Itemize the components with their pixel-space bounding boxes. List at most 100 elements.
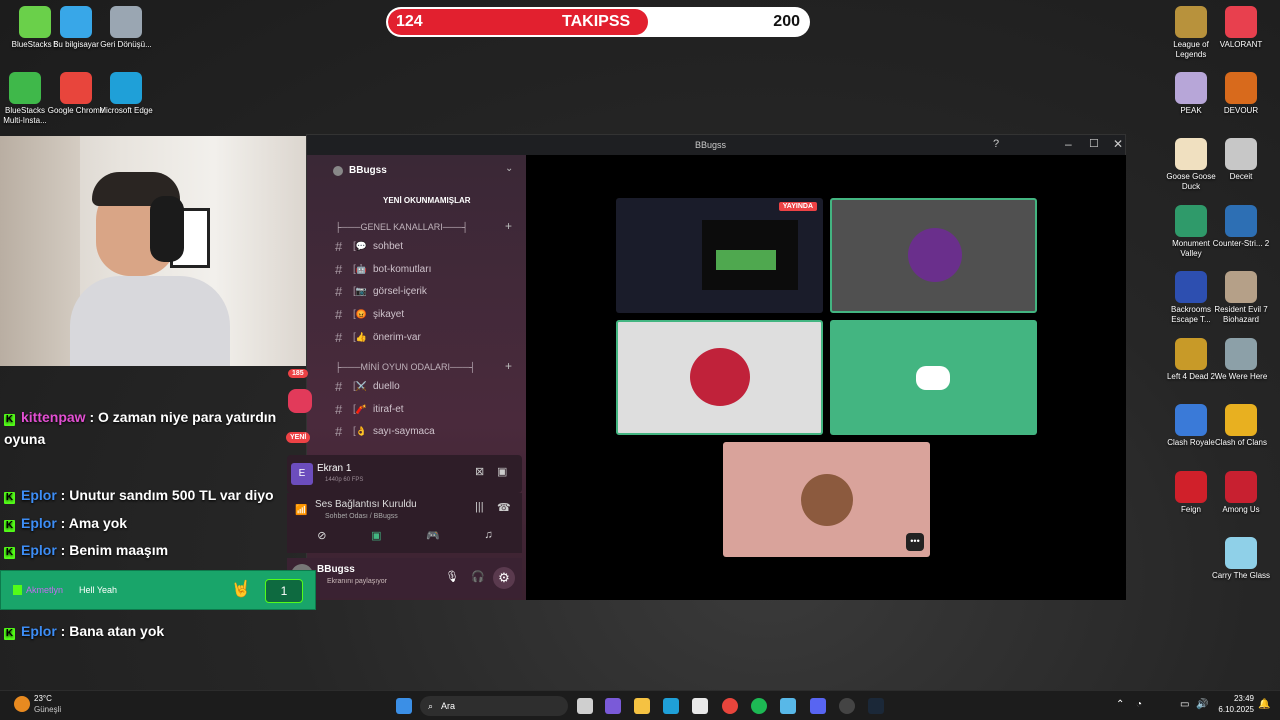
- avatar: [801, 474, 853, 526]
- camera-off-icon[interactable]: ⊘: [317, 529, 326, 542]
- channel-sayı-saymaca[interactable]: #[ 👌 sayı-saymaca: [335, 424, 435, 439]
- desktop-icon-label: Deceit: [1229, 172, 1253, 181]
- search-box[interactable]: ⌕ Ara: [420, 696, 568, 716]
- category-general[interactable]: ├───GENEL KANALLARI───┤: [335, 222, 468, 232]
- channel-emoji-icon: 💬: [355, 241, 367, 251]
- add-channel-icon[interactable]: +: [505, 219, 512, 233]
- server-icon[interactable]: [288, 389, 312, 413]
- disconnect-icon[interactable]: ☎: [497, 501, 511, 514]
- category-minigame[interactable]: ├───MİNİ OYUN ODALARI───┤: [335, 362, 476, 372]
- add-channel-icon[interactable]: +: [505, 359, 512, 373]
- screen-share-quality: 1440p 60 FPS: [325, 477, 364, 483]
- chevron-down-icon[interactable]: ⌄: [505, 163, 513, 174]
- desktop-icon-label: DEVOUR: [1223, 106, 1259, 115]
- kick-badge-icon: K: [4, 414, 15, 426]
- steam-icon[interactable]: [868, 698, 884, 714]
- share-screen-icon[interactable]: ▣: [371, 529, 381, 542]
- unread-banner[interactable]: YENİ OKUNMAMIŞLAR: [383, 196, 471, 205]
- start-menu-icon[interactable]: [396, 698, 412, 714]
- channel-önerim-var[interactable]: #[ 👍 önerim-var: [335, 330, 421, 345]
- stream-tile[interactable]: YAYINDA: [616, 198, 823, 313]
- network-icon[interactable]: ▭: [1180, 699, 1189, 710]
- screen-settings-icon[interactable]: ▣: [497, 465, 507, 478]
- desktop-icon[interactable]: Resident Evil 7 Biohazard: [1211, 271, 1271, 325]
- desktop-icon[interactable]: We Were Here: [1211, 338, 1271, 382]
- desktop-icon[interactable]: Microsoft Edge: [96, 72, 156, 116]
- edge-icon[interactable]: [663, 698, 679, 714]
- kick-badge-icon: K: [4, 628, 15, 640]
- desktop-icon-label: We Were Here: [1214, 372, 1268, 381]
- microphone-icon[interactable]: 🎙: [445, 570, 459, 583]
- channel-itiraf-et[interactable]: #[ 🧨 itiraf-et: [335, 402, 404, 417]
- carry-glass-icon: [1225, 537, 1257, 569]
- participant-tile[interactable]: [616, 320, 823, 435]
- gear-icon[interactable]: ⚙: [493, 567, 515, 589]
- voice-status: Ses Bağlantısı Kuruldu: [315, 499, 417, 510]
- monument-valley-icon: [1175, 205, 1207, 237]
- task-view-icon[interactable]: [577, 698, 593, 714]
- close-icon[interactable]: ✕: [1113, 137, 1123, 151]
- channel-şikayet[interactable]: #[ 😡 şikayet: [335, 307, 404, 322]
- chrome-icon[interactable]: [722, 698, 738, 714]
- activities-icon[interactable]: 🎮: [426, 529, 440, 542]
- participant-tile[interactable]: [830, 198, 1037, 313]
- goal-label: TAKIPSS: [562, 13, 631, 30]
- desktop-icon[interactable]: VALORANT: [1211, 6, 1271, 50]
- clock-time[interactable]: 23:49: [1218, 694, 1254, 703]
- desktop-icon-label: Carry The Glass: [1211, 571, 1271, 580]
- taskbar: 23°C Güneşli ⌕ Ara ⌃ ◔ ▭ 🔊 23:49 6.10.20…: [0, 690, 1280, 720]
- desktop-icon[interactable]: Among Us: [1211, 471, 1271, 515]
- channel-görsel-içerik[interactable]: #[ 📷 görsel-içerik: [335, 284, 427, 299]
- clock-date[interactable]: 6.10.2025: [1210, 705, 1254, 714]
- tray-app-icon[interactable]: ◔: [1136, 699, 1142, 710]
- channel-emoji-icon: ⚔️: [355, 381, 367, 391]
- highlight-message: Hell Yeah: [79, 585, 118, 595]
- bluestacks-icon[interactable]: [780, 698, 796, 714]
- desktop-icon[interactable]: Carry The Glass: [1211, 537, 1271, 581]
- spotify-icon[interactable]: [751, 698, 767, 714]
- desktop-icon-label: Among Us: [1222, 505, 1260, 514]
- help-icon[interactable]: ?: [993, 138, 999, 150]
- noise-suppression-icon[interactable]: |||: [475, 501, 484, 513]
- window-titlebar: BBugss ? – ☐ ✕: [307, 135, 1125, 155]
- tray-chevron-icon[interactable]: ⌃: [1116, 699, 1124, 710]
- desktop-icon[interactable]: DEVOUR: [1211, 72, 1271, 116]
- desktop-icon[interactable]: Deceit: [1211, 138, 1271, 182]
- weather-temp: 23°C: [34, 694, 52, 703]
- desktop-icon[interactable]: Counter-Stri... 2: [1211, 205, 1271, 249]
- chat-text-continued: oyuna: [4, 431, 46, 447]
- desktop-icon-label: VALORANT: [1219, 40, 1263, 49]
- store-icon[interactable]: [692, 698, 708, 714]
- file-explorer-icon[interactable]: [634, 698, 650, 714]
- channel-duello[interactable]: #[ ⚔️ duello: [335, 379, 400, 394]
- channel-name: sohbet: [373, 241, 404, 252]
- maximize-icon[interactable]: ☐: [1089, 137, 1099, 150]
- goose-icon: [1175, 138, 1207, 170]
- participant-tile[interactable]: [830, 320, 1037, 435]
- stop-share-icon[interactable]: ⊠: [475, 465, 484, 478]
- more-options-icon[interactable]: •••: [906, 533, 924, 551]
- desktop-icon[interactable]: Geri Dönüşü...: [96, 6, 156, 50]
- server-header[interactable]: BBugss: [333, 165, 387, 176]
- hash-icon: #: [335, 261, 343, 277]
- search-icon: ⌕: [428, 700, 434, 711]
- chat-text: Ama yok: [68, 515, 128, 531]
- desktop-icon[interactable]: Clash of Clans: [1211, 404, 1271, 448]
- participant-tile[interactable]: •••: [723, 442, 930, 557]
- volume-icon[interactable]: 🔊: [1196, 699, 1208, 710]
- desktop-icon-label: Geri Dönüşü...: [100, 40, 152, 49]
- soundboard-icon[interactable]: ♫: [484, 529, 492, 542]
- channel-bot-komutları[interactable]: #[ 🤖 bot-komutları: [335, 262, 431, 277]
- notification-icon[interactable]: 🔔: [1258, 699, 1270, 710]
- discord-window[interactable]: BBugss ? – ☐ ✕ BBugss ⌄ YENİ OKUNMAMIŞLA…: [287, 134, 1126, 600]
- copilot-icon[interactable]: [605, 698, 621, 714]
- screen-share-panel: E Ekran 1 1440p 60 FPS ⊠ ▣: [287, 455, 522, 493]
- chat-message: K Eplor : Benim maaşım: [4, 542, 169, 559]
- hash-icon: #: [335, 424, 343, 440]
- channel-sohbet[interactable]: #[ 💬 sohbet: [335, 239, 403, 254]
- screen-thumb-icon: E: [291, 463, 313, 485]
- minimize-icon[interactable]: –: [1065, 137, 1072, 151]
- discord-icon[interactable]: [810, 698, 826, 714]
- obs-icon[interactable]: [839, 698, 855, 714]
- headphones-icon[interactable]: 🎧: [471, 570, 485, 583]
